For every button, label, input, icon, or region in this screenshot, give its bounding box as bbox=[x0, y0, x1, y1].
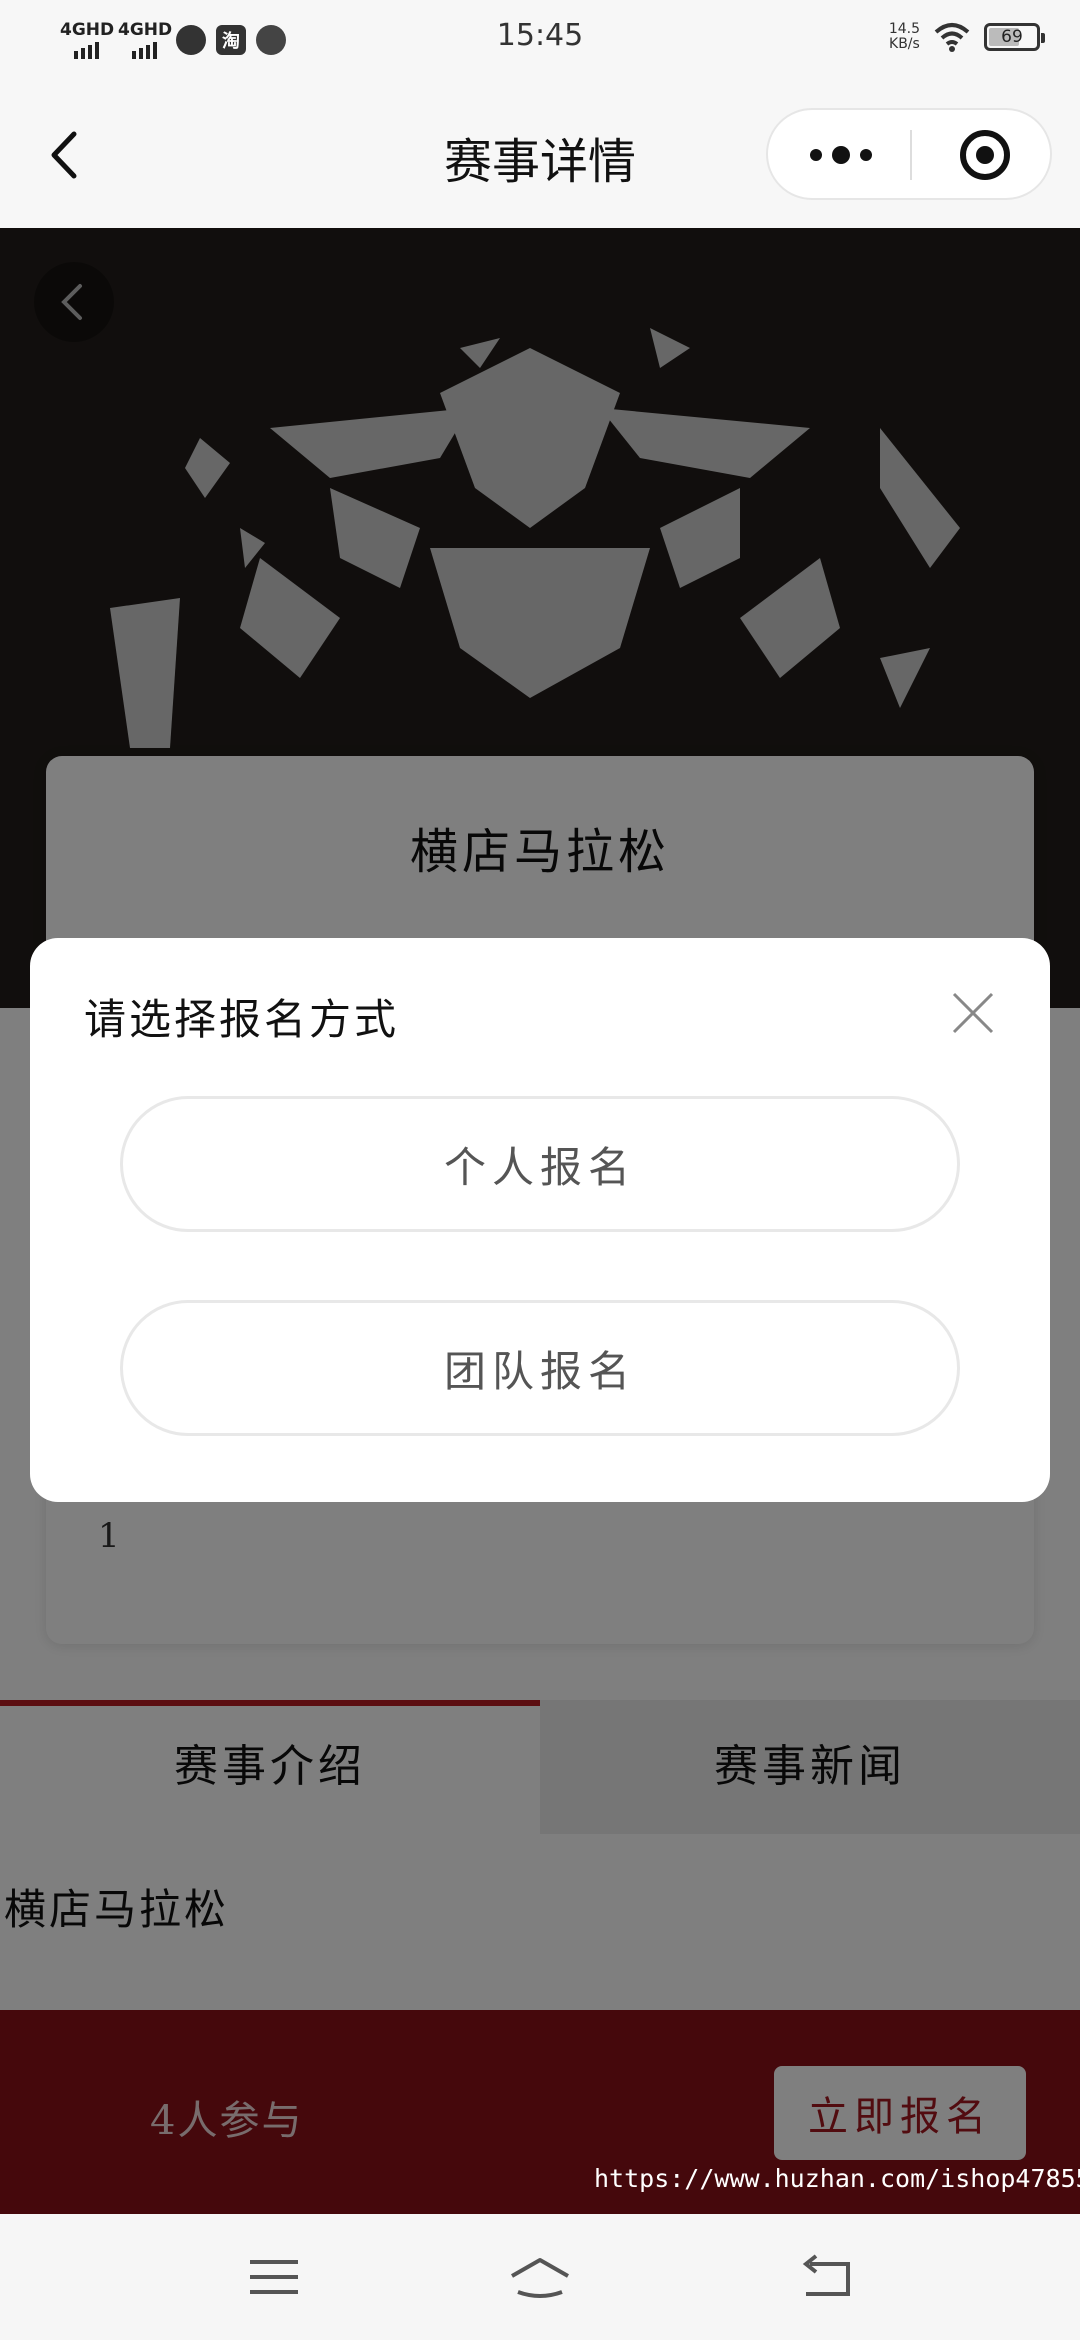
system-navigation-bar bbox=[0, 2214, 1080, 2340]
back-icon[interactable] bbox=[796, 2252, 856, 2302]
watermark-url: https://www.huzhan.com/ishop47855 bbox=[594, 2164, 1080, 2193]
signup-method-dialog: 请选择报名方式 个人报名 团队报名 bbox=[30, 938, 1050, 1502]
status-right: 14.5 KB/s 69 bbox=[889, 22, 1045, 52]
individual-signup-button[interactable]: 个人报名 bbox=[120, 1096, 960, 1232]
menu-icon[interactable] bbox=[244, 2252, 304, 2302]
more-icon[interactable] bbox=[806, 140, 876, 170]
battery-icon: 69 bbox=[984, 23, 1045, 51]
network-speed: 14.5 KB/s bbox=[889, 22, 920, 52]
navigation-bar: 赛事详情 bbox=[0, 80, 1080, 228]
dialog-title: 请选择报名方式 bbox=[84, 995, 400, 1044]
capsule-divider bbox=[910, 130, 912, 180]
speed-value: 14.5 bbox=[888, 21, 920, 37]
home-icon[interactable] bbox=[508, 2252, 572, 2302]
miniprogram-capsule bbox=[766, 108, 1052, 200]
wifi-icon bbox=[934, 23, 970, 52]
speed-unit: KB/s bbox=[889, 36, 920, 52]
team-signup-button[interactable]: 团队报名 bbox=[120, 1300, 960, 1436]
close-icon[interactable] bbox=[948, 988, 998, 1038]
battery-level: 69 bbox=[1001, 27, 1023, 47]
close-miniprogram-icon[interactable] bbox=[958, 128, 1012, 182]
status-bar: 4GHD 4GHD 淘 15:45 14.5 KB/s 69 bbox=[0, 0, 1080, 80]
